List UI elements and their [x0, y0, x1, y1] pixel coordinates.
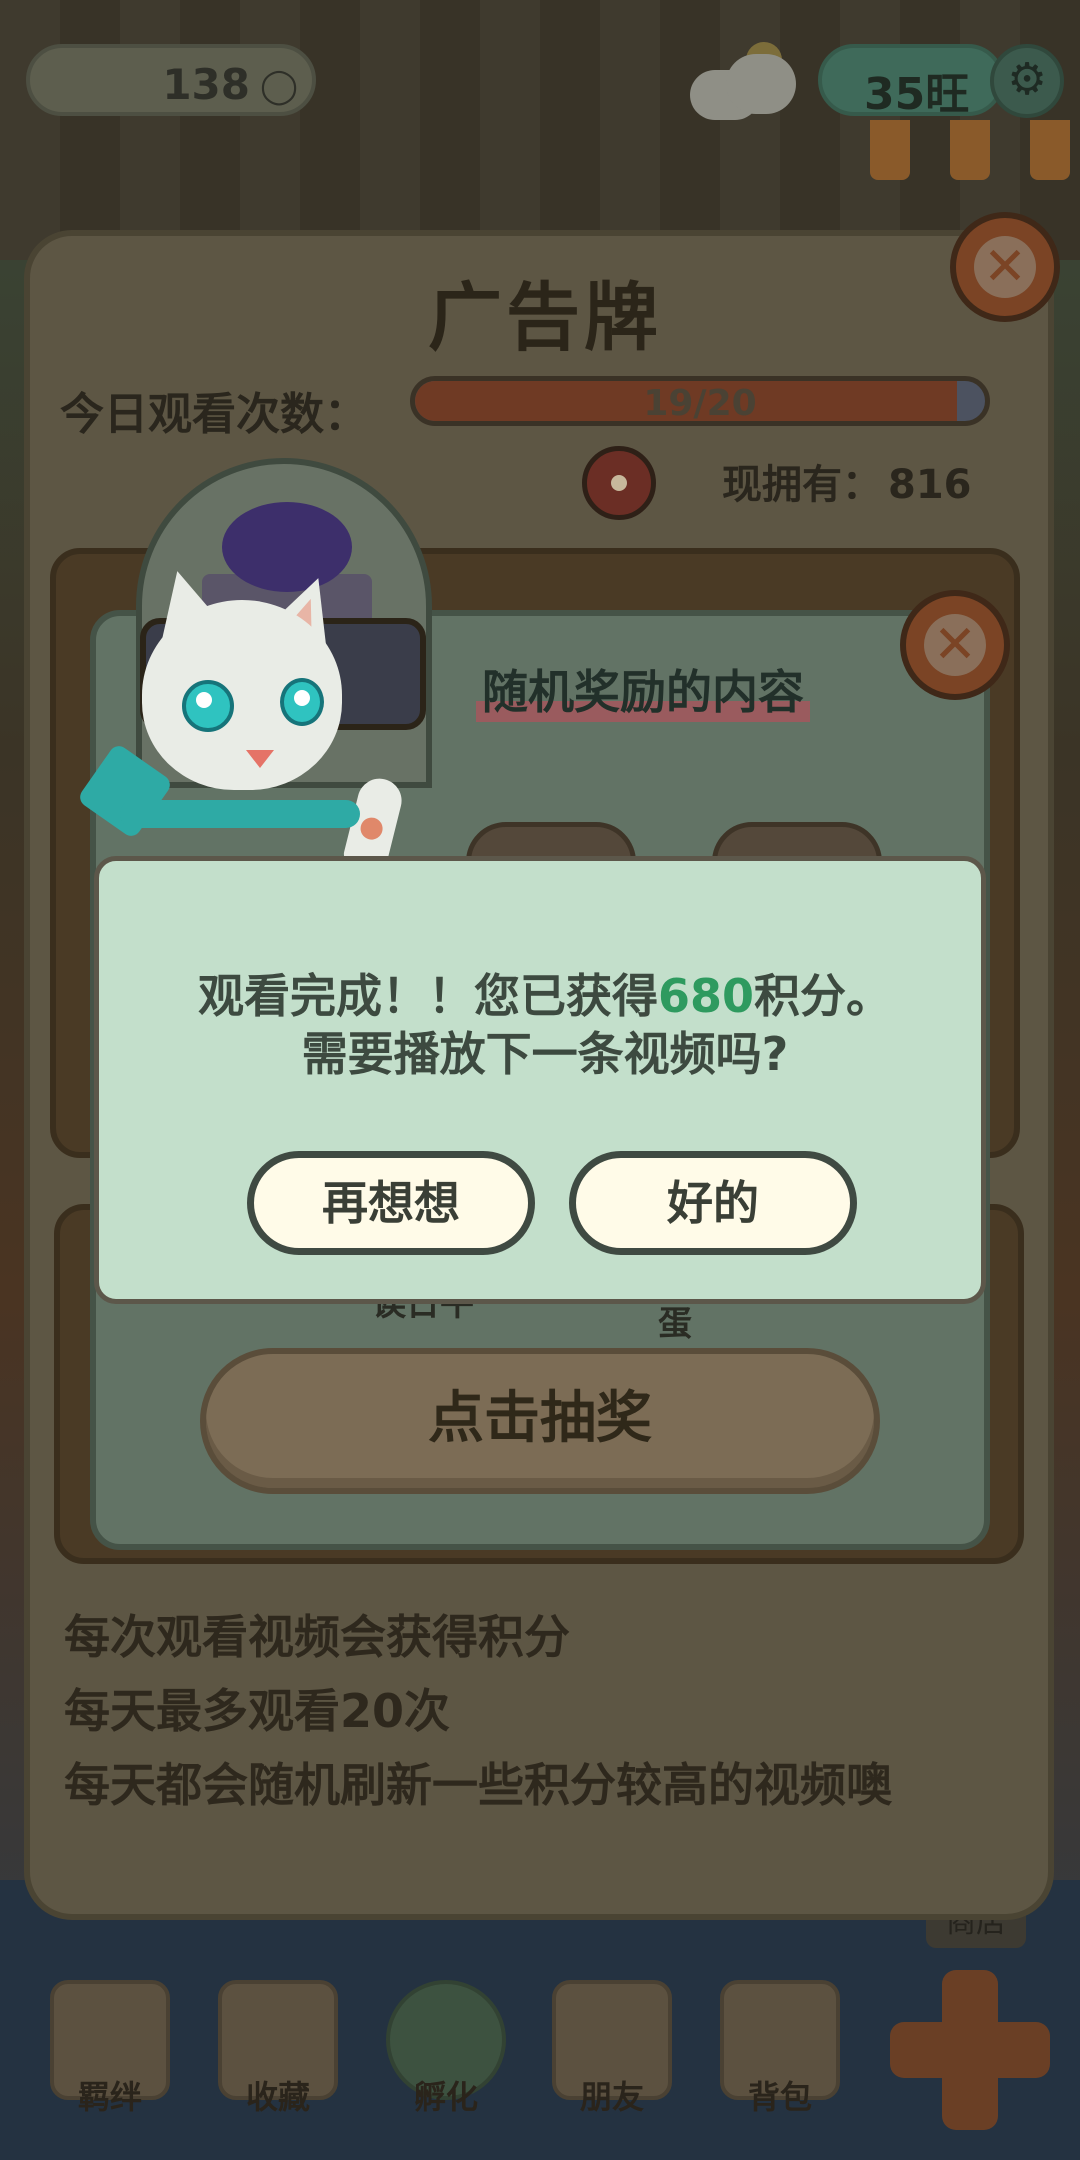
wang-value: 35旺 [864, 69, 970, 120]
info-line: 每天都会随机刷新一些积分较高的视频噢 [64, 1758, 892, 1812]
nav-label: 收藏 [245, 2078, 310, 2116]
coin-value: 138 [162, 60, 250, 109]
owned-points: 现拥有： 816 [716, 452, 972, 510]
ok-label: 好的 [667, 1176, 759, 1230]
confirm-message: 观看完成！！您已获得680积分。 需要播放下一条视频吗? [99, 967, 991, 1083]
ok-button[interactable]: 好的 [569, 1151, 857, 1255]
cat-mascot [76, 560, 410, 872]
donut-icon [582, 446, 656, 520]
ingot-icon: ◯ [259, 66, 298, 106]
info-line: 每天最多观看20次 [64, 1684, 451, 1738]
watch-progress-bar: 19/20 [410, 376, 990, 426]
info-text: 每次观看视频会获得积分 每天最多观看20次 每天都会随机刷新一些积分较高的视频噢 [64, 1600, 892, 1822]
nav-backpack[interactable]: 背包 [710, 1980, 850, 2130]
nav-label: 羁绊 [77, 2078, 142, 2116]
nav-bond[interactable]: 羁绊 [40, 1980, 180, 2130]
awning-stripe [950, 120, 990, 180]
confirm-line2: 需要播放下一条视频吗? [301, 1027, 789, 1081]
progress-text: 19/20 [643, 383, 757, 424]
nav-label: 背包 [747, 2078, 812, 2116]
draw-lottery-button[interactable]: 点击抽奖 [200, 1348, 880, 1494]
close-icon: ✕ [924, 614, 986, 676]
confirm-line1-prefix: 观看完成！！您已获得 [197, 969, 658, 1023]
gear-icon[interactable]: ⚙ [990, 44, 1064, 118]
draw-lottery-label: 点击抽奖 [428, 1386, 652, 1451]
coin-counter: 138 ◯ [26, 44, 316, 116]
watch-count-label: 今日观看次数： [60, 389, 368, 440]
nav-label: 孵化 [413, 2078, 478, 2116]
nav-hatch[interactable]: 孵化 [376, 1980, 516, 2130]
nav-collection[interactable]: 收藏 [208, 1980, 348, 2130]
wang-counter: 35旺 [818, 44, 1004, 120]
shop-button[interactable] [890, 1970, 1050, 2130]
points-earned: 680 [657, 969, 755, 1023]
cancel-button[interactable]: 再想想 [247, 1151, 535, 1255]
nav-label: 朋友 [579, 2078, 644, 2116]
reward-dialog-title: 随机奖励的内容 [476, 656, 810, 722]
reward-close-button[interactable]: ✕ [900, 590, 1010, 700]
awning-stripe [870, 120, 910, 180]
owned-label: 现拥有： [722, 462, 882, 508]
page-title: 广告牌 [428, 275, 662, 361]
shop-wall [0, 0, 1080, 260]
nav-friends[interactable]: 朋友 [542, 1980, 682, 2130]
close-icon: ✕ [974, 236, 1036, 298]
awning-stripe [1030, 120, 1070, 180]
owned-value: 816 [888, 462, 972, 508]
weather-icon [690, 42, 800, 120]
cancel-label: 再想想 [322, 1176, 460, 1230]
panel-close-button[interactable]: ✕ [950, 212, 1060, 322]
confirm-line1-suffix: 积分。 [754, 969, 893, 1023]
info-line: 每次观看视频会获得积分 [64, 1610, 570, 1664]
confirm-dialog: 观看完成！！您已获得680积分。 需要播放下一条视频吗? 再想想 好的 [94, 856, 986, 1304]
